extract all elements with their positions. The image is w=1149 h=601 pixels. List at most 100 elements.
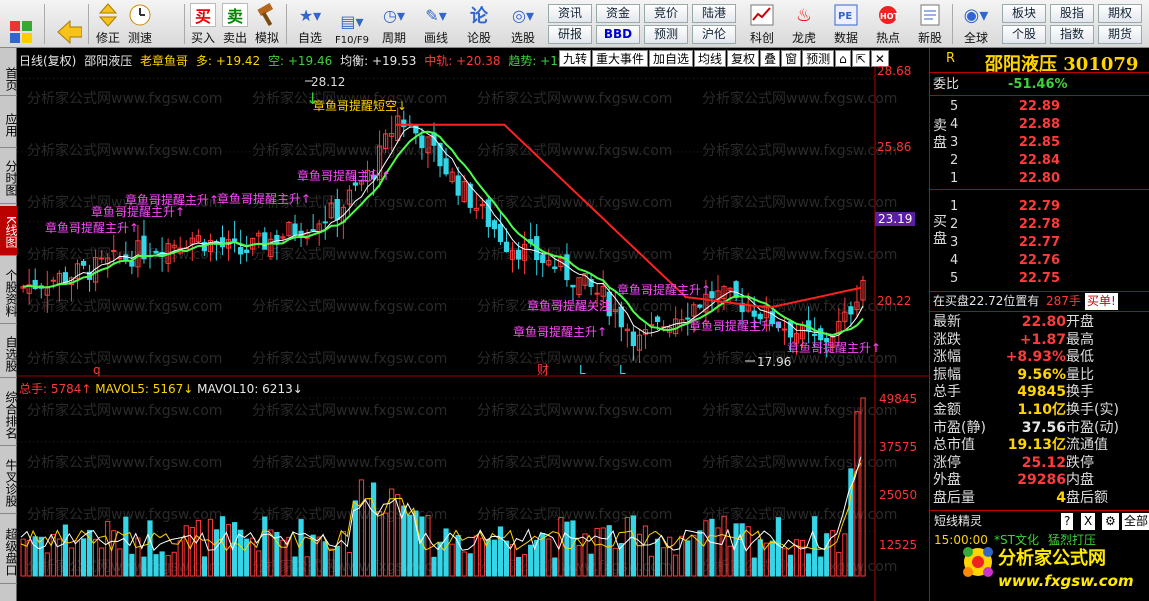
ask-row[interactable]: 5 22.89 — [930, 98, 1149, 115]
hotspot-button[interactable]: HOT 热点 — [870, 2, 906, 46]
forum-button[interactable]: 论 论股 — [462, 2, 496, 46]
volume-bar — [322, 541, 328, 577]
ask-row[interactable]: 2 22.84 — [930, 152, 1149, 169]
futures-button[interactable]: 期货 — [1098, 25, 1142, 44]
volume-bar — [370, 482, 377, 577]
bid-row[interactable]: 2 22.78 — [930, 216, 1149, 233]
sprite-settings-icon[interactable]: ⚙ — [1102, 513, 1119, 530]
bid-row[interactable]: 4 22.76 — [930, 252, 1149, 269]
volume-bar — [159, 551, 165, 577]
volume-bar — [818, 556, 824, 577]
volume-bar — [123, 516, 129, 577]
tab-home[interactable]: 首页 — [0, 60, 18, 96]
volume-bar — [62, 524, 69, 577]
volume-bar — [805, 553, 812, 577]
tab-adjust[interactable]: 复权 — [727, 50, 760, 67]
ask-row[interactable]: 3 22.85 — [930, 134, 1149, 151]
kline-chart[interactable]: 分析家公式网www.fxgsw.com 分析家公式网www.fxgsw.com 分析… — [17, 48, 929, 601]
volume-bar — [564, 521, 570, 577]
stock-select-button[interactable]: ◎▾ 选股 — [502, 2, 544, 46]
hammer-icon — [254, 3, 280, 27]
f10-button[interactable]: ▤▾ F10/F9 — [330, 2, 374, 47]
candle-body — [153, 250, 159, 254]
tab-kline[interactable]: K线图 — [0, 206, 18, 256]
lock-icon[interactable]: ⌂ — [835, 50, 851, 67]
volume-bar — [709, 518, 715, 577]
tab-watchlist[interactable]: 自选股 — [0, 328, 18, 378]
pointer-icon[interactable]: ⇱ — [851, 50, 870, 67]
home-button[interactable] — [4, 2, 38, 46]
volume-bar — [32, 536, 38, 577]
main-toolbar: 修正 测速 买 买入 卖 卖出 模拟 ★▾ 自选 ▤▾ F10/F9 ◷▾ 周期… — [0, 0, 1149, 48]
draw-button[interactable]: ✎▾ 画线 — [418, 2, 454, 46]
stock-button[interactable]: 个股 — [1002, 25, 1046, 44]
simulate-button[interactable]: 模拟 — [252, 2, 282, 46]
watermark-text: 分析家公式网www.fxgsw.com — [252, 246, 447, 263]
signal-up-label: 章鱼哥提醒主升↑ — [45, 220, 139, 235]
ask-row[interactable]: 4 22.88 — [930, 116, 1149, 133]
chart-canvas[interactable]: 分析家公式网www.fxgsw.com 分析家公式网www.fxgsw.com 分析… — [17, 48, 929, 601]
back-arrow-icon — [56, 19, 82, 45]
tab-major-events[interactable]: 重大事件 — [592, 50, 649, 67]
data-button[interactable]: PE 数据 — [828, 2, 864, 46]
back-button[interactable] — [52, 2, 86, 46]
bid-row[interactable]: 3 22.77 — [930, 234, 1149, 251]
star-market-button[interactable]: 科创 — [744, 2, 780, 46]
sprite-tab[interactable]: 短线精灵 — [934, 513, 982, 530]
dragon-tiger-button[interactable]: ♨ 龙虎 — [786, 2, 822, 46]
bid-row[interactable]: 5 22.75 — [930, 270, 1149, 287]
tab-add-watchlist[interactable]: 加自选 — [649, 50, 694, 67]
hk-connect-button[interactable]: 陆港 — [692, 4, 736, 23]
tab-moving-average[interactable]: 均线 — [694, 50, 727, 67]
auction-button[interactable]: 竞价 — [644, 4, 688, 23]
tab-apps[interactable]: 应用 — [0, 100, 18, 148]
ask-row[interactable]: 1 22.80 — [930, 170, 1149, 187]
shanghai-london-button[interactable]: 沪伦 — [692, 25, 736, 44]
bid-row[interactable]: 1 22.79 — [930, 198, 1149, 215]
tab-window[interactable]: 窗 — [781, 50, 802, 67]
tab-intraday[interactable]: 分时图 — [0, 150, 18, 204]
fix-button[interactable]: 修正 — [92, 2, 124, 46]
ipo-button[interactable]: 新股 — [912, 2, 948, 46]
volume-bar — [201, 556, 207, 577]
index-button[interactable]: 指数 — [1050, 25, 1094, 44]
tab-super-orderbook[interactable]: 超级盘口 — [0, 518, 18, 584]
stat-row: 盘后量 4 盘后额 — [933, 490, 1108, 506]
index-futures-button[interactable]: 股指 — [1050, 4, 1094, 23]
draw-label: 画线 — [423, 31, 448, 45]
watchlist-button[interactable]: ★▾ 自选 — [290, 2, 330, 46]
bbd-button[interactable]: BBD — [596, 25, 640, 44]
sprite-close-button[interactable]: X — [1081, 513, 1096, 530]
sprite-help-button[interactable]: ? — [1061, 513, 1074, 530]
volume-bar — [733, 523, 739, 577]
fund-button[interactable]: 资金 — [596, 4, 640, 23]
global-button[interactable]: ◉▾ 全球 — [956, 2, 996, 46]
candle-body — [455, 175, 461, 196]
period-label: 周期 — [381, 31, 406, 45]
sector-button[interactable]: 板块 — [1002, 4, 1046, 23]
news-button[interactable]: 资讯 — [548, 4, 592, 23]
period-button[interactable]: ◷▾ 周期 — [376, 2, 412, 46]
candle-body — [99, 257, 105, 260]
watermark-text: 分析家公式网www.fxgsw.com — [477, 142, 672, 159]
sell-button[interactable]: 卖 卖出 — [220, 2, 250, 46]
sprite-all-button[interactable]: 全部 — [1122, 513, 1149, 530]
tab-diagnosis[interactable]: 牛叉诊股 — [0, 450, 18, 514]
tab-stock-info[interactable]: 个股资料 — [0, 260, 18, 324]
tab-predict[interactable]: 预测 — [802, 50, 835, 67]
research-button[interactable]: 研报 — [548, 25, 592, 44]
tab-ranking[interactable]: 综合排名 — [0, 382, 18, 446]
buy-button[interactable]: 买 买入 — [188, 2, 218, 46]
tab-jiuzhuan[interactable]: 九转 — [559, 50, 592, 67]
candle-body — [219, 237, 226, 248]
candle-body — [618, 306, 624, 328]
forum-label: 论股 — [466, 31, 491, 45]
forecast-button[interactable]: 预测 — [644, 25, 688, 44]
volume-bar — [274, 531, 280, 577]
signal-up-label: 章鱼哥提醒主升↑ — [125, 192, 219, 207]
tab-overlay[interactable]: 叠 — [760, 50, 781, 67]
volume-bar — [588, 553, 594, 577]
speed-test-button[interactable]: 测速 — [124, 2, 156, 46]
options-button[interactable]: 期权 — [1098, 4, 1142, 23]
dragon-tiger-label: 龙虎 — [791, 31, 816, 45]
